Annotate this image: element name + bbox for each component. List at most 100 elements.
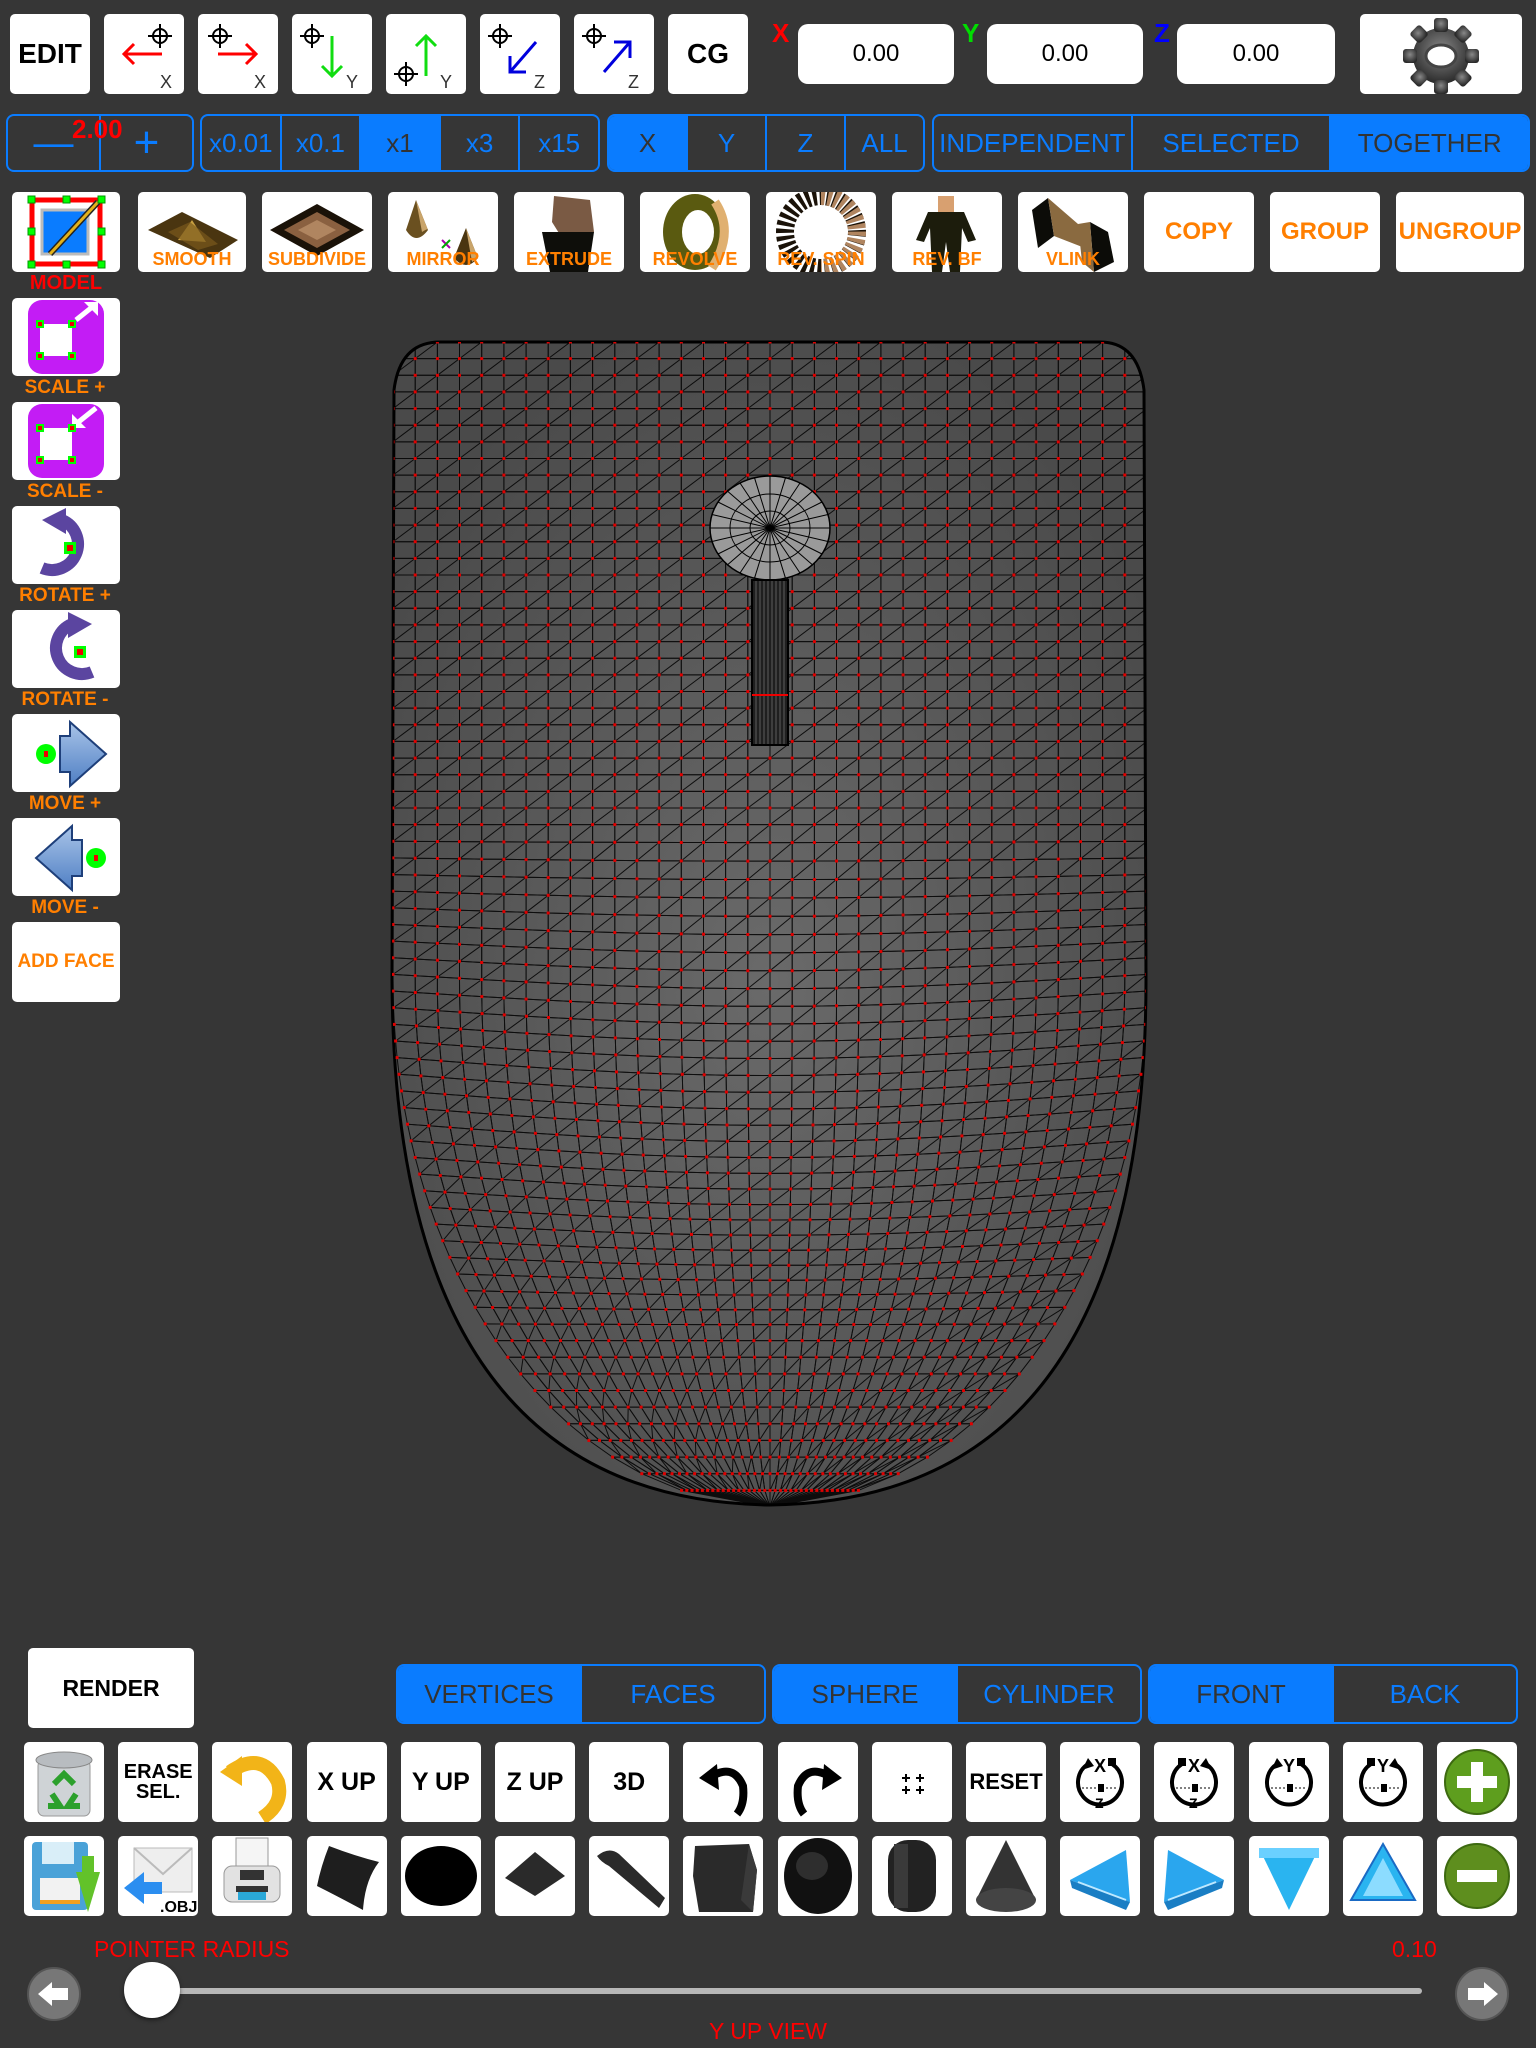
- trash-recycle-button[interactable]: [24, 1742, 104, 1822]
- move-minus-button[interactable]: [12, 818, 120, 896]
- curved-plane-button[interactable]: [306, 1836, 387, 1916]
- disc-button[interactable]: [400, 1836, 481, 1916]
- reset-button[interactable]: RESET: [966, 1742, 1046, 1822]
- rotate-x-ccw-button[interactable]: XZ: [1060, 1742, 1141, 1822]
- save-icon: [32, 1842, 100, 1912]
- undo-yellow-button[interactable]: [212, 1742, 293, 1822]
- rotate-minus-button[interactable]: [12, 610, 120, 688]
- 3d-viewport[interactable]: [380, 330, 1160, 1520]
- rotate-plus-button[interactable]: [12, 506, 120, 584]
- cylinder-button[interactable]: [871, 1836, 952, 1916]
- multiplier-option[interactable]: x3: [438, 116, 519, 170]
- y-up-button[interactable]: Y UP: [400, 1742, 481, 1822]
- extrude-button[interactable]: EXTRUDE: [514, 192, 624, 272]
- subdivide-button[interactable]: SUBDIVIDE: [262, 192, 372, 272]
- cone-icon: [976, 1840, 1036, 1912]
- zoom-out-minus-button[interactable]: [1437, 1836, 1517, 1916]
- side-front-option[interactable]: FRONT: [1150, 1666, 1332, 1722]
- edit-button[interactable]: EDIT: [10, 14, 90, 94]
- zoom-in-plus-button[interactable]: [1437, 1742, 1517, 1822]
- undo-icon: [699, 1764, 748, 1817]
- copy-button[interactable]: COPY: [1144, 192, 1254, 272]
- render-button[interactable]: RENDER: [28, 1648, 194, 1728]
- mirror-button[interactable]: MIRROR: [388, 192, 498, 272]
- arrow-right-icon: [1455, 1967, 1509, 2021]
- move-y-negative-icon: Y: [300, 24, 358, 92]
- nudge-up-button[interactable]: [1342, 1836, 1423, 1916]
- 3d-button[interactable]: 3D: [589, 1742, 670, 1822]
- wireframe-mesh: [390, 340, 1148, 1507]
- select-faces-option[interactable]: FACES: [580, 1666, 764, 1722]
- move-y-positive-button[interactable]: Y: [386, 14, 466, 94]
- gear-icon: [1403, 18, 1479, 94]
- z-coordinate-field[interactable]: 0.00: [1177, 24, 1335, 84]
- nudge-left-button[interactable]: [1060, 1836, 1141, 1916]
- x-coordinate-field[interactable]: 0.00: [798, 24, 954, 84]
- pointer-radius-slider-track[interactable]: [144, 1988, 1422, 1994]
- move-x-positive-button[interactable]: X: [198, 14, 278, 94]
- grid-points-icon: [901, 1774, 924, 1794]
- x-up-label: X UP: [317, 1767, 376, 1796]
- rotate-y-ccw-button[interactable]: Y: [1248, 1742, 1329, 1822]
- erase-sel-button[interactable]: ERASE SEL.: [118, 1742, 199, 1822]
- multiplier-option[interactable]: x0.1: [279, 116, 360, 170]
- scale-up-button[interactable]: [12, 298, 120, 376]
- rev-spin-button[interactable]: REV. SPIN: [766, 192, 876, 272]
- print-button[interactable]: [212, 1836, 293, 1916]
- add-face-button[interactable]: ADD FACE: [12, 922, 120, 1002]
- axis-option[interactable]: Y: [686, 116, 765, 170]
- cube-button[interactable]: [683, 1836, 764, 1916]
- x-up-button[interactable]: X UP: [306, 1742, 387, 1822]
- move-x-negative-button[interactable]: X: [104, 14, 184, 94]
- nudge-down-button[interactable]: [1248, 1836, 1329, 1916]
- scale-up-icon: [28, 300, 104, 374]
- brush-sphere-option[interactable]: SPHERE: [774, 1666, 956, 1722]
- group-button[interactable]: GROUP: [1270, 192, 1380, 272]
- multiplier-option[interactable]: x0.01: [202, 116, 280, 170]
- mode-segmented-control: INDEPENDENT SELECTED TOGETHER: [932, 114, 1530, 172]
- z-up-button[interactable]: Z UP: [495, 1742, 575, 1822]
- grid-points-button[interactable]: [871, 1742, 952, 1822]
- model-edit-icon: [27, 195, 106, 269]
- vlink-button[interactable]: VLINK: [1018, 192, 1128, 272]
- model-edit-button[interactable]: [12, 192, 120, 272]
- cone-button[interactable]: [966, 1836, 1046, 1916]
- pointer-radius-slider-thumb[interactable]: [124, 1962, 180, 2018]
- move-z-negative-button[interactable]: Z: [480, 14, 560, 94]
- save-button[interactable]: [24, 1836, 104, 1916]
- print-icon: [223, 1837, 281, 1903]
- rotate-x-cw-button[interactable]: XZ: [1154, 1742, 1235, 1822]
- cg-button[interactable]: CG: [668, 14, 748, 94]
- y-coordinate-field[interactable]: 0.00: [987, 24, 1143, 84]
- axis-option[interactable]: Z: [765, 116, 844, 170]
- scale-down-button[interactable]: [12, 402, 120, 480]
- pointer-radius-increase-button[interactable]: [1454, 1966, 1510, 2022]
- axis-option-selected[interactable]: X: [609, 116, 686, 170]
- mode-option-selected[interactable]: TOGETHER: [1329, 116, 1528, 170]
- select-vertices-option[interactable]: VERTICES: [398, 1666, 580, 1722]
- rev-bf-button[interactable]: REV. BF: [892, 192, 1002, 272]
- mode-option[interactable]: SELECTED: [1130, 116, 1330, 170]
- multiplier-option[interactable]: x15: [518, 116, 598, 170]
- axis-option[interactable]: ALL: [844, 116, 923, 170]
- ungroup-button[interactable]: UNGROUP: [1396, 192, 1524, 272]
- import-obj-button[interactable]: .OBJ: [118, 1836, 199, 1916]
- plane-button[interactable]: [495, 1836, 575, 1916]
- side-back-option[interactable]: BACK: [1332, 1666, 1516, 1722]
- move-plus-button[interactable]: [12, 714, 120, 792]
- mode-option[interactable]: INDEPENDENT: [934, 116, 1131, 170]
- brush-cylinder-option[interactable]: CYLINDER: [956, 1666, 1140, 1722]
- smooth-button[interactable]: SMOOTH: [138, 192, 246, 272]
- pointer-radius-decrease-button[interactable]: [26, 1966, 82, 2022]
- nudge-right-button[interactable]: [1154, 1836, 1235, 1916]
- multiplier-option-selected[interactable]: x1: [359, 116, 439, 170]
- settings-button[interactable]: [1360, 14, 1522, 94]
- sphere-button[interactable]: [777, 1836, 858, 1916]
- revolve-button[interactable]: REVOLVE: [640, 192, 750, 272]
- undo-button[interactable]: [683, 1742, 764, 1822]
- rotate-y-cw-button[interactable]: Y: [1342, 1742, 1423, 1822]
- move-y-negative-button[interactable]: Y: [292, 14, 372, 94]
- move-z-positive-button[interactable]: Z: [574, 14, 654, 94]
- bent-strip-button[interactable]: [589, 1836, 670, 1916]
- redo-button[interactable]: [777, 1742, 858, 1822]
